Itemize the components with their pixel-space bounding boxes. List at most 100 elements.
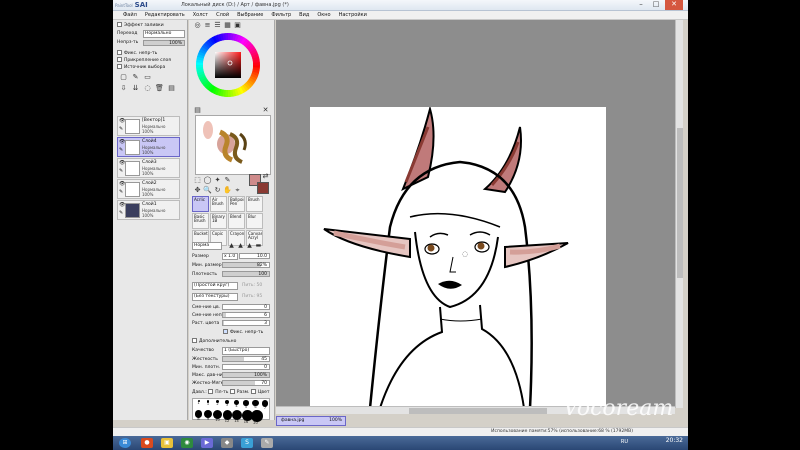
app-icon[interactable]: ◆ (221, 438, 233, 448)
vertical-scrollbar[interactable] (675, 20, 683, 408)
magic-wand-icon[interactable]: ✦ (213, 176, 222, 185)
brush-tip-sharp-icon[interactable]: ▲ (227, 241, 236, 250)
document-tab[interactable]: фавна.jpg 100% (276, 416, 346, 426)
brush-size-option[interactable]: 10 (213, 410, 222, 422)
taskbar-app-icon[interactable]: ● (141, 438, 153, 448)
fix-opacity-checkbox[interactable] (117, 50, 122, 55)
menu-window[interactable]: Окно (317, 11, 330, 19)
layer-menu-icon[interactable]: ▤ (167, 84, 176, 93)
brush-blend[interactable]: Blend (228, 213, 245, 229)
skype-app-icon[interactable]: S (241, 438, 253, 448)
brush-tip-medium-icon[interactable]: ▲ (236, 241, 245, 250)
swap-colors-icon[interactable]: ⇄ (261, 172, 270, 181)
maximize-button[interactable]: □ (649, 0, 663, 10)
brush-tip-round-icon[interactable]: ▬ (254, 241, 263, 250)
secondary-color-swatch[interactable] (257, 182, 269, 194)
zoom-icon[interactable]: 🔍 (203, 186, 212, 195)
blend-mode-select[interactable]: Нормально (143, 30, 185, 38)
visibility-icon[interactable]: 👁 (119, 119, 125, 124)
brush-size-option[interactable]: 1 (194, 400, 203, 409)
layer-item[interactable]: 👁 ✎ Слой3 Нормально 100% (117, 158, 180, 178)
edit-lock-icon[interactable]: ✎ (119, 169, 124, 174)
fill-effect-checkbox[interactable] (117, 22, 122, 27)
advanced-toggle[interactable]: Дополнительно (192, 338, 236, 344)
swatches-tab-icon[interactable]: ▦ (223, 21, 232, 30)
start-button-icon[interactable]: ⊞ (119, 438, 131, 448)
brush-size-option[interactable]: 5 (242, 400, 251, 409)
layer-item[interactable]: 👁 ✎ Слой4 Нормально 100% (117, 137, 180, 157)
brush-size-option[interactable]: 16 (241, 410, 253, 424)
brush-size-option[interactable]: 4 (232, 400, 241, 409)
brush-airbrush[interactable]: Air Brush (210, 196, 227, 212)
rotate-icon[interactable]: ↻ (213, 186, 222, 195)
merge-down-icon[interactable]: ⇊ (131, 84, 140, 93)
language-indicator[interactable]: RU (621, 439, 628, 445)
hand-icon[interactable]: ✋ (223, 186, 232, 195)
color-mix-slider[interactable]: 0 (222, 304, 270, 310)
eyedropper-icon[interactable]: ⌖ (233, 186, 242, 195)
brush-size-option[interactable]: 6 (251, 400, 260, 409)
brush-brush[interactable]: Brush (246, 196, 263, 212)
min-density-slider[interactable]: 0 (222, 364, 270, 370)
edit-lock-icon[interactable]: ✎ (119, 127, 124, 132)
transfer-down-icon[interactable]: ⇩ (119, 84, 128, 93)
close-button[interactable]: ✕ (665, 0, 683, 10)
visibility-icon[interactable]: 👁 (119, 140, 125, 145)
color-wheel-tab-icon[interactable]: ◎ (193, 21, 202, 30)
menu-selection[interactable]: Выбрание (237, 11, 263, 19)
option-clip-layer[interactable]: Прикрепление слоя (117, 57, 171, 63)
layer-item[interactable]: 👁 ✎ Слой2 Нормально 100% (117, 179, 180, 199)
hsv-sliders-tab-icon[interactable]: ☰ (213, 21, 222, 30)
texture-select[interactable]: (Без текстуры) (192, 293, 238, 301)
brush-acrylic[interactable]: Acrlic (192, 196, 209, 212)
option-fix-opacity[interactable]: Фикс. непр-ть (117, 50, 157, 56)
visibility-icon[interactable]: 👁 (119, 161, 125, 166)
folder-app-icon[interactable]: ▣ (161, 438, 173, 448)
max-pressure-slider[interactable]: 100% (222, 372, 270, 378)
brush-tip-soft-icon[interactable]: ▲ (245, 241, 254, 250)
layer-item[interactable]: 👁 ✎ [Вектор]1 Нормально 100% (117, 116, 180, 136)
size-slider[interactable]: 10.0 (239, 253, 270, 259)
rect-select-icon[interactable]: ⬚ (193, 176, 202, 185)
hardness-slider[interactable]: 45 (222, 356, 270, 362)
sai-app-icon[interactable]: ✎ (261, 438, 273, 448)
edit-lock-icon[interactable]: ✎ (119, 190, 124, 195)
delete-layer-icon[interactable]: 🗑 (155, 84, 164, 93)
new-layer-icon[interactable]: ▢ (119, 73, 128, 82)
visibility-icon[interactable]: 👁 (119, 203, 125, 208)
selection-source-checkbox[interactable] (117, 64, 122, 69)
layer-item[interactable]: 👁 ✎ Слой1 Нормально 100% (117, 200, 180, 220)
canvas-area[interactable]: ◌ (276, 20, 675, 408)
menu-settings[interactable]: Настройки (339, 11, 367, 19)
brush-size-option[interactable]: 14 (232, 410, 243, 423)
menu-filter[interactable]: Фильтр (271, 11, 291, 19)
clip-layer-checkbox[interactable] (117, 57, 122, 62)
media-app-icon[interactable]: ▶ (201, 438, 213, 448)
brush-size-option[interactable]: 3 (223, 400, 232, 409)
brush-size-option[interactable]: 8 (194, 410, 203, 420)
brush-ballpoint[interactable]: Ballpoint Pen (228, 196, 245, 212)
browser-app-icon[interactable]: ◉ (181, 438, 193, 448)
min-size-slider[interactable]: 82% (222, 262, 270, 268)
palette-clear-icon[interactable]: ✕ (261, 106, 270, 115)
pressure-size-checkbox[interactable] (229, 389, 235, 394)
palette-edit-icon[interactable]: ▤ (193, 106, 202, 115)
drawing-canvas[interactable] (310, 107, 606, 408)
lasso-icon[interactable]: ◯ (203, 176, 212, 185)
hard-soft-slider[interactable]: 70 (222, 380, 270, 386)
layer-opacity-slider[interactable]: 100% (143, 40, 185, 46)
fix-opacity-brush-checkbox[interactable] (223, 329, 228, 334)
new-vector-layer-icon[interactable]: ✎ (131, 73, 140, 82)
fix-opacity-option[interactable]: Фикс. непр-ть (223, 329, 263, 335)
scratchpad-tab-icon[interactable]: ▣ (233, 21, 242, 30)
brush-size-option[interactable]: 1 (204, 400, 213, 409)
select-pen-icon[interactable]: ✎ (223, 176, 232, 185)
menu-layer[interactable]: Слой (216, 11, 229, 19)
new-folder-icon[interactable]: ▭ (143, 73, 152, 82)
minimize-button[interactable]: – (634, 0, 648, 10)
opacity-mix-slider[interactable]: 6 (222, 312, 270, 318)
visibility-icon[interactable]: 👁 (119, 182, 125, 187)
brush-size-option[interactable]: 20 (251, 410, 263, 424)
fill-effect-row[interactable]: Эффект заливки (117, 22, 164, 28)
advanced-toggle-icon[interactable] (192, 338, 197, 343)
